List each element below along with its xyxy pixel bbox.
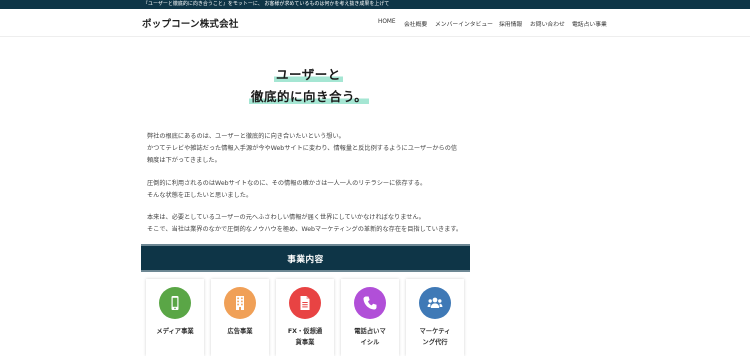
service-card-media[interactable]: メディア事業 [146, 279, 204, 356]
service-label: 広告事業 [227, 328, 253, 335]
service-card-fx-crypto[interactable]: FX・仮想通 貨事業 [276, 279, 334, 356]
service-label: FX・仮想通 貨事業 [287, 328, 323, 346]
building-icon [236, 296, 244, 310]
service-icon-circle [224, 287, 256, 319]
search-icon[interactable] [601, 1, 608, 16]
service-card-fortune[interactable]: 電話占いマ イシル [341, 279, 399, 356]
paragraph-2: 圧倒的に利用されるのはWebサイトなのに、その情報の確かさは一人一人のリテラシー… [147, 180, 427, 199]
service-icon-circle [354, 287, 386, 319]
services-heading-band: 事業内容 [141, 244, 470, 272]
nav-item-contact[interactable]: お問い合わせ [530, 19, 565, 28]
site-logo[interactable]: ポップコーン株式会社 [142, 16, 239, 30]
service-icon-circle [159, 287, 191, 319]
service-label: 電話占いマ イシル [354, 328, 386, 346]
nav-item-company[interactable]: 会社概要 [404, 19, 427, 28]
rss-icon[interactable] [590, 1, 597, 16]
phone-icon [363, 296, 377, 310]
paragraph-3: 本来は、必要としているユーザーの元へふさわしい情報が届く世界にしていかなければな… [147, 214, 463, 233]
service-icon-circle [289, 287, 321, 319]
hero-headline-line1: ユーザーと [274, 67, 343, 82]
service-label: マーケティ ング代行 [419, 328, 451, 346]
top-bar: 『ユーザーと徹底的に向き合うこと』をモットーに、 お客様が求めているものは何かを… [0, 0, 750, 16]
nav-item-recruit[interactable]: 採用情報 [499, 19, 522, 28]
hero-headline-line2: 徹底的に向き合う。 [249, 89, 370, 104]
smartphone-icon [171, 296, 179, 310]
nav-item-interview[interactable]: メンバーインタビュー [435, 19, 493, 28]
paragraph-1: 弊社の根底にあるのは、ユーザーと徹底的に向き合いたいという想い。 かつてテレビや… [147, 133, 458, 164]
service-card-advertising[interactable]: 広告事業 [211, 279, 269, 356]
users-icon [427, 297, 443, 308]
service-label: メディア事業 [156, 328, 194, 335]
nav-item-home[interactable]: HOME [378, 19, 396, 25]
service-card-marketing[interactable]: マーケティ ング代行 [406, 279, 464, 356]
document-icon [300, 296, 310, 310]
top-tagline: 『ユーザーと徹底的に向き合うこと』をモットーに、 お客様が求めているものは何かを… [143, 1, 390, 7]
service-icon-circle [419, 287, 451, 319]
services-title: 事業内容 [287, 255, 324, 265]
site-header: ポップコーン株式会社 HOME 会社概要 メンバーインタビュー 採用情報 お問い… [0, 9, 750, 37]
nav-item-fortune[interactable]: 電話占い事業 [572, 19, 607, 28]
